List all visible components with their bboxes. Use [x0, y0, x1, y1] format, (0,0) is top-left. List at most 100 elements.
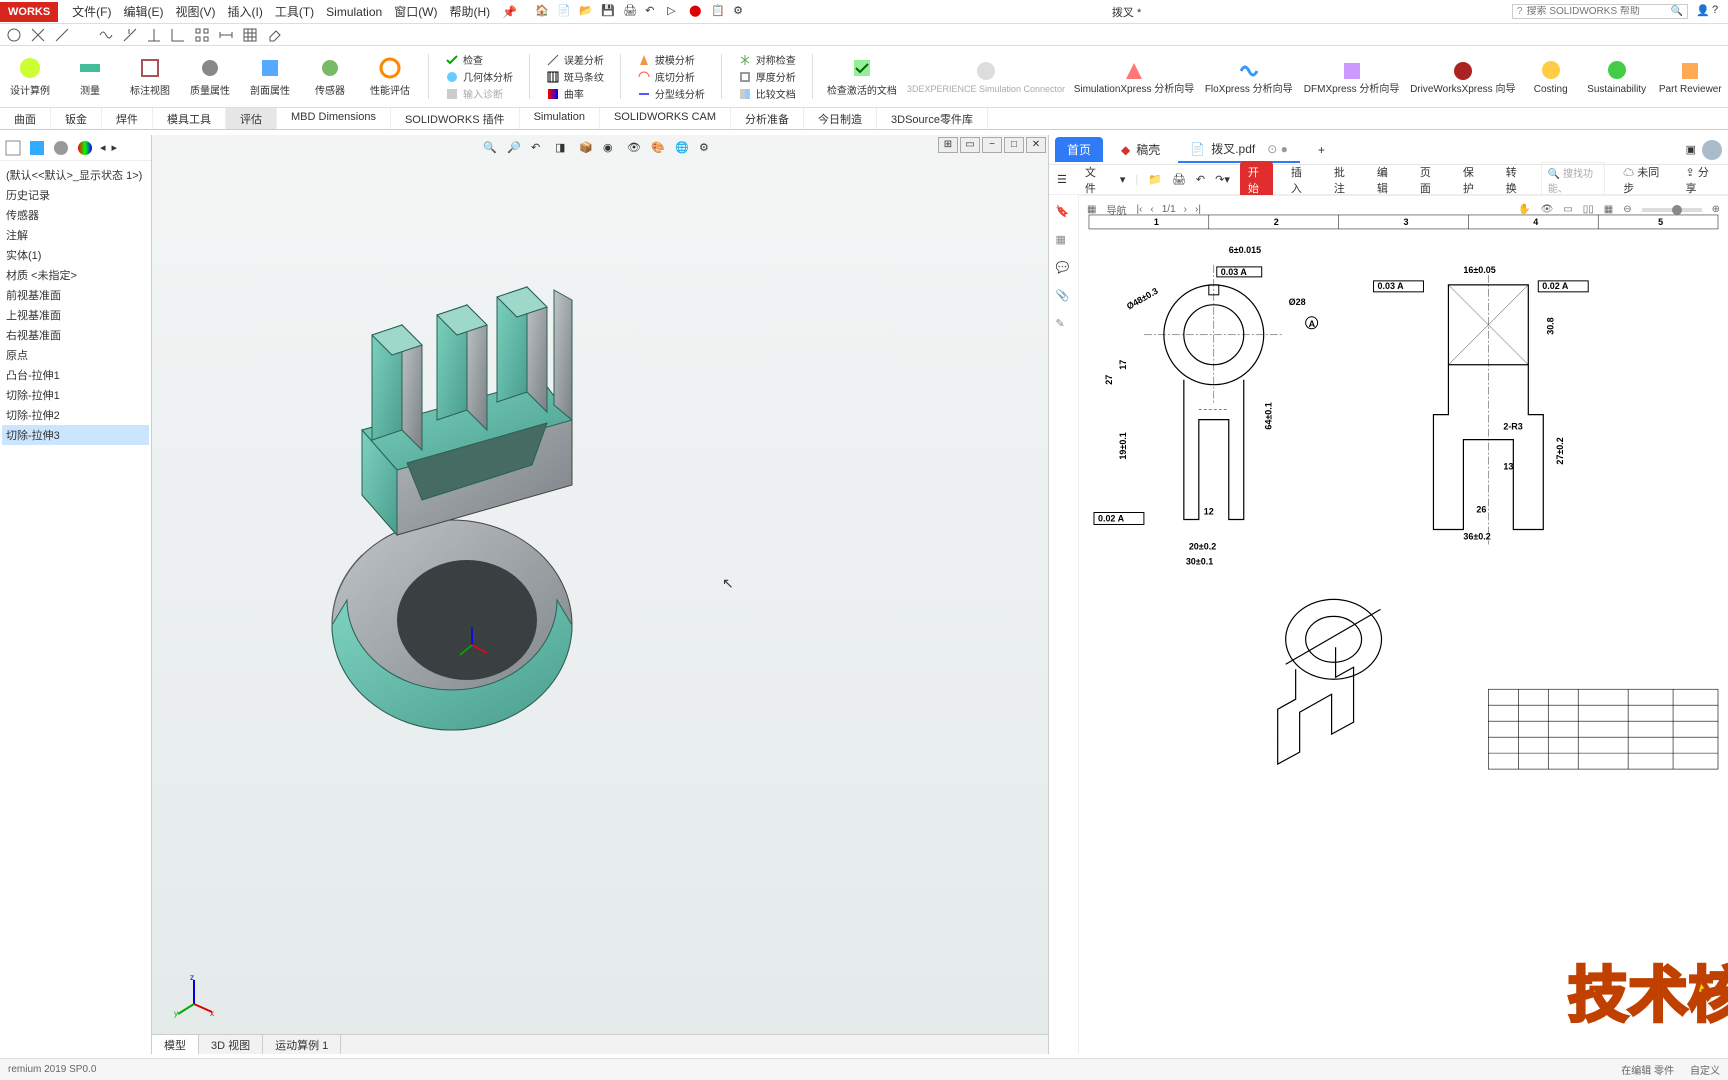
ribbon-tab-4[interactable]: 评估 [226, 108, 277, 129]
pdf-tab-1[interactable]: 📄拨叉.pdf⊙ ● [1178, 136, 1300, 163]
btn-perf[interactable]: 性能评估 [368, 50, 412, 103]
pdf-sync-button[interactable]: ☁ 未同步 [1615, 161, 1667, 199]
vp-min-icon[interactable]: − [982, 137, 1002, 153]
view-settings-icon[interactable]: ⚙ [699, 141, 717, 159]
tree-node-12[interactable]: 切除-拉伸2 [2, 405, 149, 425]
tree-display-icon[interactable] [28, 139, 46, 157]
pdf-tab-home[interactable]: 首页 [1055, 137, 1103, 162]
tree-node-7[interactable]: 上视基准面 [2, 305, 149, 325]
pdf-open-icon[interactable]: 📁 [1148, 173, 1162, 186]
pdf-page-button[interactable]: 页面 [1412, 161, 1445, 199]
home-icon[interactable]: 🏠 [535, 4, 551, 20]
viewport-tab-0[interactable]: 模型 [152, 1035, 199, 1054]
btn-check[interactable]: 检查 [445, 52, 513, 67]
line-icon[interactable] [54, 27, 70, 43]
vp-close-icon[interactable]: ✕ [1026, 137, 1046, 153]
new-icon[interactable]: 📄 [557, 4, 573, 20]
tab-close-icon[interactable]: ⊙ ● [1267, 142, 1288, 156]
sketch3-icon[interactable] [146, 27, 162, 43]
btn-partreviewer[interactable]: Part Reviewer [1661, 50, 1721, 103]
ribbon-tab-1[interactable]: 钣金 [51, 108, 102, 129]
pin-icon[interactable]: 📌 [496, 1, 523, 23]
sketch2-icon[interactable] [122, 27, 138, 43]
btn-geom[interactable]: 几何体分析 [445, 69, 513, 84]
ribbon-tab-6[interactable]: SOLIDWORKS 插件 [391, 108, 520, 129]
pdf-edit-button[interactable]: 编辑 [1369, 161, 1402, 199]
menu-help[interactable]: 帮助(H) [444, 0, 497, 24]
tree-node-0[interactable]: (默认<<默认>_显示状态 1>) [2, 165, 149, 185]
x-icon[interactable] [30, 27, 46, 43]
tree-prop-icon[interactable] [52, 139, 70, 157]
pdf-share-button[interactable]: ⇪ 分享 [1678, 161, 1720, 199]
comments-icon[interactable]: 💬 [1056, 261, 1072, 277]
eraser-icon[interactable] [266, 27, 282, 43]
view-triad[interactable]: z x y [172, 974, 216, 1018]
tree-nav-left[interactable]: ◂ [100, 141, 106, 154]
user-icon[interactable]: 👤 [1696, 4, 1712, 20]
attach-icon[interactable]: 📎 [1056, 289, 1072, 305]
tree-node-2[interactable]: 传感器 [2, 205, 149, 225]
btn-costing[interactable]: Costing [1529, 50, 1573, 103]
pdf-avatar-icon[interactable] [1702, 140, 1722, 160]
ribbon-tab-8[interactable]: SOLIDWORKS CAM [600, 108, 731, 129]
prev-view-icon[interactable]: ↶ [531, 141, 549, 159]
ribbon-tab-7[interactable]: Simulation [520, 108, 600, 129]
pdf-undo-icon[interactable]: ↶ [1196, 173, 1205, 186]
tree-node-3[interactable]: 注解 [2, 225, 149, 245]
menu-simulation[interactable]: Simulation [320, 1, 388, 23]
tree-nav-right[interactable]: ▸ [112, 141, 118, 154]
pattern-icon[interactable] [194, 27, 210, 43]
btn-zebra[interactable]: 斑马条纹 [546, 69, 604, 84]
tree-node-1[interactable]: 历史记录 [2, 185, 149, 205]
hide-show-icon[interactable]: 👁 [627, 141, 645, 159]
rebuild-icon[interactable]: ⬤ [689, 4, 705, 20]
undo-icon[interactable]: ↶ [645, 4, 661, 20]
pdf-annotate-button[interactable]: 批注 [1326, 161, 1359, 199]
circle-icon[interactable] [6, 27, 22, 43]
zoom-fit-icon[interactable]: 🔍 [483, 141, 501, 159]
tree-node-13[interactable]: 切除-拉伸3 [2, 425, 149, 445]
tree-node-8[interactable]: 右视基准面 [2, 325, 149, 345]
btn-simxpress[interactable]: SimulationXpress 分析向导 [1077, 50, 1191, 103]
btn-dev[interactable]: 误差分析 [546, 52, 604, 67]
ribbon-tab-5[interactable]: MBD Dimensions [277, 108, 391, 129]
ribbon-tab-11[interactable]: 3DSource零件库 [877, 108, 988, 129]
help-question-icon[interactable]: ? [1712, 4, 1728, 20]
ribbon-tab-10[interactable]: 今日制造 [804, 108, 877, 129]
pdf-start-button[interactable]: 开始 [1240, 161, 1273, 199]
btn-sensor[interactable]: 传感器 [308, 50, 352, 103]
viewport-tab-2[interactable]: 运动算例 1 [263, 1035, 341, 1054]
tree-node-9[interactable]: 原点 [2, 345, 149, 365]
ribbon-tab-3[interactable]: 模具工具 [153, 108, 226, 129]
ribbon-tab-0[interactable]: 曲面 [0, 108, 51, 129]
edit-appearance-icon[interactable]: 🎨 [651, 141, 669, 159]
sign-icon[interactable]: ✎ [1056, 317, 1072, 333]
vp-cascade-icon[interactable]: ▭ [960, 137, 980, 153]
tree-node-6[interactable]: 前视基准面 [2, 285, 149, 305]
tree-appearance-icon[interactable] [76, 139, 94, 157]
btn-compare[interactable]: 比较文档 [738, 86, 796, 101]
btn-measure[interactable]: 测量 [68, 50, 112, 103]
btn-parting[interactable]: 分型线分析 [637, 86, 705, 101]
btn-floxpress[interactable]: FloXpress 分析向导 [1207, 50, 1290, 103]
btn-check-active[interactable]: 检查激活的文档 [829, 50, 895, 103]
3d-viewport[interactable]: ⊞ ▭ − □ ✕ 🔍 🔎 ↶ ◨ 📦 ◉ 👁 🎨 🌐 ⚙ [152, 135, 1048, 1054]
menu-edit[interactable]: 编辑(E) [118, 0, 170, 24]
btn-3dx[interactable]: 3DEXPERIENCE Simulation Connector [911, 50, 1061, 103]
btn-thick[interactable]: 厚度分析 [738, 69, 796, 84]
tree-config-icon[interactable] [4, 139, 22, 157]
btn-import-diag[interactable]: 输入诊断 [445, 86, 513, 101]
sketch4-icon[interactable] [170, 27, 186, 43]
view-orient-icon[interactable]: 📦 [579, 141, 597, 159]
ribbon-tab-9[interactable]: 分析准备 [731, 108, 804, 129]
zoom-area-icon[interactable]: 🔎 [507, 141, 525, 159]
menu-view[interactable]: 视图(V) [170, 0, 222, 24]
tree-node-4[interactable]: 实体(1) [2, 245, 149, 265]
viewport-tab-1[interactable]: 3D 视图 [199, 1035, 263, 1054]
thumbs-icon[interactable]: ▦ [1056, 233, 1072, 249]
open-icon[interactable]: 📂 [579, 4, 595, 20]
pdf-menu-icon[interactable]: ☰ [1057, 173, 1067, 186]
pdf-file-menu[interactable]: 文件 [1077, 161, 1110, 199]
btn-draft[interactable]: 拔模分析 [637, 52, 705, 67]
btn-sym[interactable]: 对称检查 [738, 52, 796, 67]
